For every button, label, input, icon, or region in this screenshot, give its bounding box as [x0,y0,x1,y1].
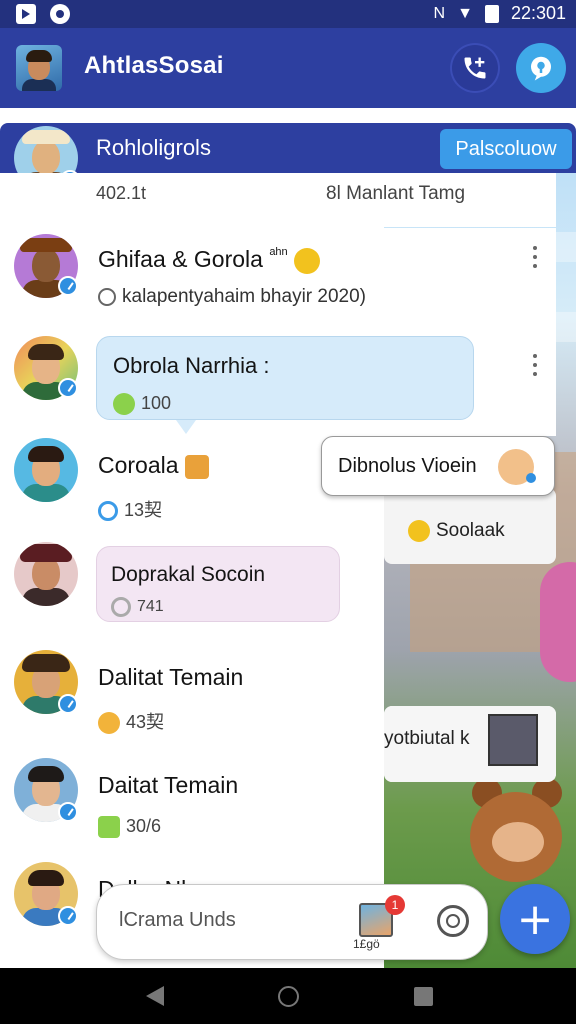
smile-icon [113,393,135,416]
chat-row[interactable]: Doprakal Socoin 741 [0,540,384,644]
attachment-label: 1£ɡö [353,937,380,951]
verified-icon [58,378,78,398]
home-icon[interactable] [278,986,299,1007]
channel-header[interactable]: Rohloligrols Palscoluow [0,123,576,173]
chat-bubble-button[interactable] [516,43,566,93]
message-bubble[interactable]: Obrola Narrhia : 100 [96,336,474,420]
chat-name: Coroala [98,452,215,479]
composer-input[interactable]: lCrama Unds [119,909,236,932]
chat-icon [98,501,118,522]
party-emoji-icon [294,247,321,274]
app-bar: AhtlasSosai [0,28,576,108]
play-store-icon [16,4,36,24]
call-button[interactable] [450,43,500,93]
voice-chat-icon[interactable] [437,905,469,937]
chat-row[interactable]: Ghifaa & Gorola ahn kalapentyahaim bhayi… [0,228,556,336]
plus-icon: + [516,893,554,945]
chat-name: Ghifaa & Gorola ahn [98,246,326,274]
message-bubble[interactable]: Doprakal Socoin 741 [96,546,340,622]
new-chat-button[interactable]: + [500,884,570,954]
chat-bubble-icon [531,56,551,81]
side-label-row: Soolaak [384,512,560,552]
chat-row[interactable]: Dalitat Temain 43契 [0,644,384,750]
verified-icon [58,906,78,926]
chat-name: Dalitat Temain [98,664,244,690]
list-header-row: 402.1t 8l Manlant Tamg [0,173,556,227]
list-header-label: 8l Manlant Tamg [326,183,466,204]
chat-icon [111,597,131,617]
member-count: 402.1t [96,183,147,203]
chat-meta: 100 [113,393,171,416]
chat-meta: 13契 [98,496,162,522]
follow-button[interactable]: Palscoluow [440,129,572,169]
wifi-icon: ▼ [457,4,473,22]
app-title: AhtlasSosai [84,52,224,79]
sparkle-icon [98,816,120,839]
chat-meta: 30/6 [98,816,161,839]
navigation-bar [0,968,576,1024]
message-composer[interactable]: lCrama Unds 1 1£ɡö [96,884,488,960]
profile-avatar[interactable] [16,45,62,91]
chat-meta: 43契 [98,708,164,735]
verified-icon [58,694,78,714]
box-icon [488,714,538,766]
contact-avatar [14,542,78,606]
clock: 22:301 [510,3,566,23]
more-options-icon[interactable] [532,246,538,268]
clock-icon [98,287,116,306]
chat-name: Doprakal Socoin [111,563,266,586]
chat-name: Obrola Narrhia : [113,353,270,378]
status-bar: N ▼ 22:301 [0,0,576,28]
side-card[interactable]: yotbiutal k [384,706,556,782]
chat-row[interactable]: Obrola Narrhia : 100 [0,336,556,436]
battery-icon [484,4,499,23]
channel-title: Rohloligrols [96,135,211,160]
chat-row[interactable]: Daitat Temain 30/6 [0,750,384,856]
back-icon[interactable] [146,986,164,1006]
network-label: N [433,4,446,22]
bubble-tail [176,420,196,434]
video-card-label: Dibnolus Vioein [338,455,477,477]
verified-icon [58,276,78,296]
side-card-label: yotbiutal k [384,728,470,749]
chat-meta: 741 [111,597,164,617]
recent-apps-icon[interactable] [414,987,433,1006]
record-icon [50,4,70,24]
chat-name-suffix: ahn [269,246,288,258]
phone-icon [464,57,486,79]
gift-box-icon [184,454,209,479]
chat-name: Daitat Temain [98,772,239,798]
notification-badge: 1 [385,895,405,915]
status-dot-icon [526,473,536,483]
smile-icon [98,712,120,735]
side-label: Soolaak [408,520,505,542]
more-options-icon[interactable] [532,354,538,376]
video-card[interactable]: Dibnolus Vioein [321,436,555,496]
emoji-icon [408,520,430,542]
contact-avatar [14,438,78,502]
chat-subtitle: kalapentyahaim bhayir 2020) [98,286,366,308]
verified-icon [58,802,78,822]
